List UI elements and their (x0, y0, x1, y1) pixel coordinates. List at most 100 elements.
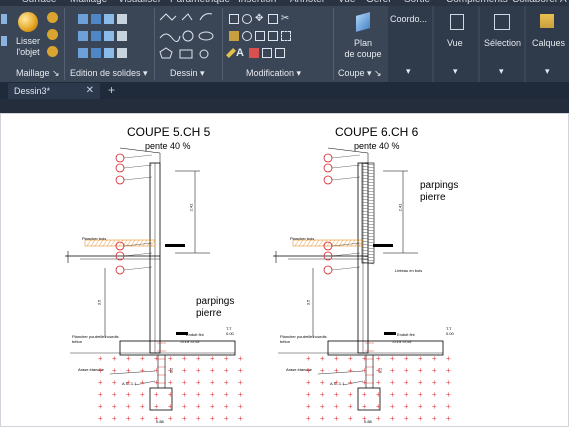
new-tab-icon[interactable]: + (108, 82, 115, 99)
menu-item[interactable]: Gérer (366, 0, 392, 5)
slab-hatch (334, 239, 340, 247)
section-marker (323, 153, 333, 163)
text-icon[interactable]: A (236, 48, 246, 59)
menu-item[interactable]: Compléments (446, 0, 508, 5)
mesh-add-icon[interactable] (47, 29, 58, 40)
selection-panel[interactable]: Sélection ▾ (480, 6, 524, 82)
soil-hatch: + (404, 354, 409, 363)
tab-label: Dessin3* (14, 86, 51, 96)
intersect-icon[interactable] (104, 14, 114, 24)
soil-hatch: + (182, 378, 187, 387)
mesh-refine-icon[interactable] (47, 12, 58, 23)
offset-icon[interactable] (229, 31, 239, 41)
soil-hatch: + (418, 414, 423, 423)
menu-item[interactable]: Collaborer (512, 0, 558, 5)
imprint-icon[interactable] (117, 31, 127, 41)
check-icon[interactable] (117, 48, 127, 58)
soil-hatch: + (334, 402, 339, 411)
shell-icon[interactable] (91, 31, 101, 41)
panel-edition-solides[interactable]: Edition de solides ▾ (70, 66, 148, 80)
calques-panel[interactable]: Calques ▾ (526, 6, 569, 82)
soil-hatch: + (168, 378, 173, 387)
soil-hatch: + (362, 390, 367, 399)
soil-hatch: + (112, 402, 117, 411)
chamfer-edge-icon[interactable] (91, 48, 101, 58)
soil-hatch: + (98, 354, 103, 363)
leader-line (342, 380, 364, 386)
menu-item[interactable]: Insertion (238, 0, 276, 5)
pencil-icon[interactable] (226, 48, 236, 58)
soil-hatch: + (126, 414, 131, 423)
union-icon[interactable] (78, 14, 88, 24)
break-icon[interactable] (275, 48, 285, 58)
layers-icon (540, 14, 554, 28)
trim-icon[interactable]: ✂ (281, 14, 291, 24)
left-as: A.S.-1.1 (122, 381, 137, 386)
panel-coupe[interactable]: Coupe ▾ ↘ (338, 66, 382, 80)
menu-item[interactable]: A (560, 0, 567, 5)
slab-hatch (126, 239, 132, 247)
soil-hatch: + (126, 390, 131, 399)
panel-modification[interactable]: Modification ▾ (246, 66, 301, 80)
soil-hatch: + (112, 366, 117, 375)
soil-hatch: + (154, 390, 159, 399)
calques-label: Calques (532, 38, 566, 48)
menu-item[interactable]: Sortie (404, 0, 430, 5)
mesh-tool-icon[interactable] (1, 14, 7, 24)
soil-hatch: + (224, 366, 229, 375)
explode-icon[interactable] (281, 31, 291, 41)
soil-hatch: + (140, 402, 145, 411)
lisser-label: Lisser l'objet (15, 36, 40, 57)
soil-hatch: + (154, 378, 159, 387)
dropdown-arrow-icon: ▾ (453, 66, 458, 76)
menu-item[interactable]: Surface (22, 0, 56, 5)
menu-item[interactable]: Maillage (70, 0, 107, 5)
soil-hatch: + (446, 390, 451, 399)
left-cote-tn: -0.15 -0.15 (180, 339, 200, 344)
soil-hatch: + (168, 390, 173, 399)
soil-hatch: + (348, 378, 353, 387)
offset-edge-icon[interactable] (104, 48, 114, 58)
tab-dessin3[interactable]: Dessin3* ✕ (8, 83, 100, 99)
soil-hatch: + (418, 354, 423, 363)
vue-panel[interactable]: Vue ▾ (434, 6, 478, 82)
copy-icon[interactable] (255, 31, 265, 41)
soil-hatch: + (238, 390, 243, 399)
coordonnees-panel[interactable]: Coordo... ▾ (388, 6, 432, 82)
separator (222, 8, 223, 80)
scale-icon[interactable] (262, 48, 272, 58)
soil-hatch: + (362, 402, 367, 411)
slice-icon[interactable] (78, 31, 88, 41)
panel-dessin[interactable]: Dessin ▾ (170, 66, 205, 80)
move-icon[interactable]: ✥ (255, 14, 265, 24)
menu-item[interactable]: Vue (338, 0, 355, 5)
menu-item[interactable]: Paramétrique (170, 0, 230, 5)
soil-hatch: + (390, 390, 395, 399)
mesh-tool-icon-2[interactable] (1, 36, 7, 46)
fillet-edge-icon[interactable] (78, 48, 88, 58)
mirror-icon[interactable] (229, 14, 239, 24)
extrude-face-icon[interactable] (117, 14, 127, 24)
separate-icon[interactable] (104, 31, 114, 41)
erase-icon[interactable] (249, 48, 259, 58)
menu-item[interactable]: Annoter (290, 0, 325, 5)
ribbon: Surface Maillage Visualiser Paramétrique Ins… (0, 0, 569, 82)
close-icon[interactable]: ✕ (86, 83, 94, 99)
subtract-icon[interactable] (91, 14, 101, 24)
drawing-canvas[interactable]: + + + + + + + + + + + + + + + + + + + + + + + + + + + + + + + + + + + + + + + +… (0, 113, 569, 427)
soil-hatch: + (238, 414, 243, 423)
lisser-objet-button[interactable]: Lisser l'objet (12, 10, 44, 62)
soil-hatch: + (126, 354, 131, 363)
stretch-icon[interactable] (268, 31, 278, 41)
soil-hatch: + (362, 378, 367, 387)
separator (333, 8, 334, 80)
align-icon[interactable] (268, 14, 278, 24)
menu-item[interactable]: Visualiser (118, 0, 161, 5)
3d-rotate-icon[interactable] (242, 14, 252, 24)
array-icon[interactable] (242, 31, 252, 41)
panel-maillage[interactable]: Maillage ↘ (16, 66, 60, 80)
soil-hatch: + (376, 414, 381, 423)
plan-de-coupe-button[interactable]: Plan de coupe (340, 12, 386, 64)
soil-hatch: + (306, 414, 311, 423)
mesh-remove-icon[interactable] (47, 46, 58, 57)
